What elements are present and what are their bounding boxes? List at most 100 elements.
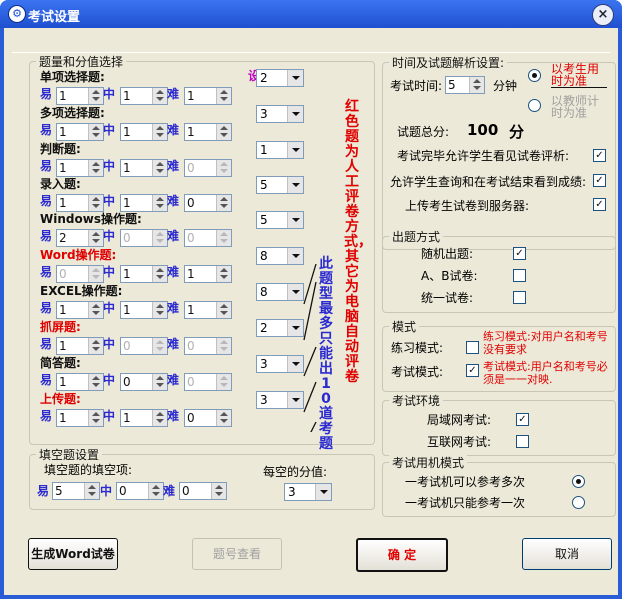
lan-exam-label: 局域网考试: [427, 413, 492, 427]
easy-count-stepper[interactable]: 1 [56, 87, 104, 105]
review-check-label: 考试完毕允许学生看见试卷评析: [397, 149, 570, 163]
settings-icon: ⚙ [8, 5, 26, 23]
hard-count-stepper[interactable]: 1 [184, 87, 232, 105]
exam-mode-checkbox[interactable]: ✓ [466, 364, 479, 377]
question-type-label: 上传题: [40, 392, 81, 406]
level-mid-label: 中 [100, 484, 113, 498]
fill-mid-stepper[interactable]: 0 [116, 482, 164, 500]
score-select[interactable]: 5 [256, 211, 304, 229]
score-select[interactable]: 2 [256, 69, 304, 87]
mid-count-stepper[interactable]: 0 [120, 337, 168, 355]
view-numbers-button[interactable]: 题号查看 [192, 538, 282, 570]
close-icon[interactable]: × [592, 4, 614, 26]
hard-count-stepper[interactable]: 1 [184, 301, 232, 319]
teacher-time-radio[interactable] [528, 99, 541, 112]
score-select[interactable]: 2 [256, 319, 304, 337]
question-type-label: 简答题: [40, 356, 81, 370]
score-select[interactable]: 8 [256, 283, 304, 301]
fill-hard-stepper[interactable]: 0 [179, 482, 227, 500]
single-attempt-radio[interactable] [572, 496, 585, 509]
dialog-window: ⚙ 考试设置 × 题量和分值选择 设定分值单项选择题:易1中1难12多项选择题:… [0, 0, 622, 599]
time-settings-group: 时间及试题解析设置: 考试时间: 5 分钟 以考生用时为准 以教师计时为准 试题… [382, 54, 616, 250]
score-select[interactable]: 8 [256, 247, 304, 265]
level-easy-label: 易 [40, 409, 53, 423]
score-select[interactable]: 3 [256, 105, 304, 123]
question-type-label: Windows操作题: [40, 212, 142, 226]
per-score-label: 每空的分值: [263, 465, 328, 479]
easy-count-stepper[interactable]: 2 [56, 229, 104, 247]
level-hard-label: 难 [163, 484, 176, 498]
level-hard-label: 难 [167, 229, 180, 243]
level-hard-label: 难 [167, 373, 180, 387]
time-unit-label: 分钟 [493, 79, 518, 93]
fill-score-select[interactable]: 3 [284, 483, 332, 501]
mid-count-stepper[interactable]: 0 [120, 229, 168, 247]
hard-count-stepper[interactable]: 0 [184, 337, 232, 355]
easy-count-stepper[interactable]: 0 [56, 265, 104, 283]
hard-count-stepper[interactable]: 0 [184, 194, 232, 212]
level-hard-label: 难 [167, 301, 180, 315]
score-select[interactable]: 3 [256, 355, 304, 373]
internet-exam-checkbox[interactable] [516, 435, 529, 448]
confirm-button[interactable]: 确 定 [356, 538, 448, 572]
hard-count-stepper[interactable]: 1 [184, 123, 232, 141]
level-easy-label: 易 [40, 229, 53, 243]
level-easy-label: 易 [40, 373, 53, 387]
score-select[interactable]: 5 [256, 176, 304, 194]
hard-count-stepper[interactable]: 0 [184, 159, 232, 177]
easy-count-stepper[interactable]: 1 [56, 409, 104, 427]
level-easy-label: 易 [40, 194, 53, 208]
level-mid-label: 中 [103, 373, 116, 387]
mid-count-stepper[interactable]: 1 [120, 159, 168, 177]
manual-grading-note: 红色题为人工评卷方式，其它为电脑自动评卷 [344, 99, 372, 385]
exam-time-stepper[interactable]: 5 [445, 76, 485, 94]
mid-count-stepper[interactable]: 1 [120, 301, 168, 319]
teacher-time-label: 以教师计时为准 [551, 94, 600, 120]
easy-count-stepper[interactable]: 1 [56, 123, 104, 141]
score-select[interactable]: 1 [256, 141, 304, 159]
internet-exam-label: 互联网考试: [427, 435, 492, 449]
easy-count-stepper[interactable]: 1 [56, 373, 104, 391]
level-hard-label: 难 [167, 87, 180, 101]
review-checkbox[interactable]: ✓ [593, 149, 606, 162]
total-score-value: 100 [467, 121, 499, 139]
mid-count-stepper[interactable]: 1 [120, 409, 168, 427]
generate-word-button[interactable]: 生成Word试卷 [28, 538, 118, 570]
easy-count-stepper[interactable]: 1 [56, 337, 104, 355]
window-title: 考试设置 [28, 10, 81, 25]
multi-attempt-radio[interactable] [572, 475, 585, 488]
question-type-label: 抓屏题: [40, 320, 81, 334]
upload-paper-checkbox[interactable]: ✓ [593, 198, 606, 211]
mid-count-stepper[interactable]: 1 [120, 265, 168, 283]
level-mid-label: 中 [103, 123, 116, 137]
easy-count-stepper[interactable]: 1 [56, 301, 104, 319]
level-hard-label: 难 [167, 337, 180, 351]
score-select[interactable]: 3 [256, 391, 304, 409]
ab-paper-checkbox[interactable] [513, 269, 526, 282]
level-easy-label: 易 [40, 159, 53, 173]
question-type-label: 单项选择题: [40, 70, 105, 84]
student-time-radio[interactable] [528, 69, 541, 82]
level-easy-label: 易 [40, 123, 53, 137]
exam-env-group: 考试环境 局域网考试: ✓ 互联网考试: [382, 392, 616, 456]
fill-easy-stepper[interactable]: 5 [52, 482, 100, 500]
lan-exam-checkbox[interactable]: ✓ [516, 413, 529, 426]
paper-mode-group: 出题方式 随机出题: ✓ A、B试卷: 统一试卷: [382, 228, 616, 313]
hard-count-stepper[interactable]: 0 [184, 229, 232, 247]
random-paper-checkbox[interactable]: ✓ [513, 247, 526, 260]
hard-count-stepper[interactable]: 0 [184, 409, 232, 427]
unified-paper-checkbox[interactable] [513, 291, 526, 304]
fill-blank-group: 填空题设置 填空题的填空项: 每空的分值: 易 5 中 0 难 0 3 [29, 446, 375, 510]
dialog-body: 题量和分值选择 设定分值单项选择题:易1中1难12多项选择题:易1中1难13判断… [4, 28, 618, 595]
hard-count-stepper[interactable]: 1 [184, 265, 232, 283]
score-query-checkbox[interactable]: ✓ [593, 174, 606, 187]
mid-count-stepper[interactable]: 1 [120, 123, 168, 141]
cancel-button[interactable]: 取消 [522, 538, 612, 570]
hard-count-stepper[interactable]: 0 [184, 373, 232, 391]
level-hard-label: 难 [167, 123, 180, 137]
title-bar: ⚙ 考试设置 × [0, 0, 622, 28]
mid-count-stepper[interactable]: 1 [120, 87, 168, 105]
mid-count-stepper[interactable]: 0 [120, 373, 168, 391]
practice-mode-checkbox[interactable] [466, 341, 479, 354]
random-paper-label: 随机出题: [421, 247, 474, 261]
